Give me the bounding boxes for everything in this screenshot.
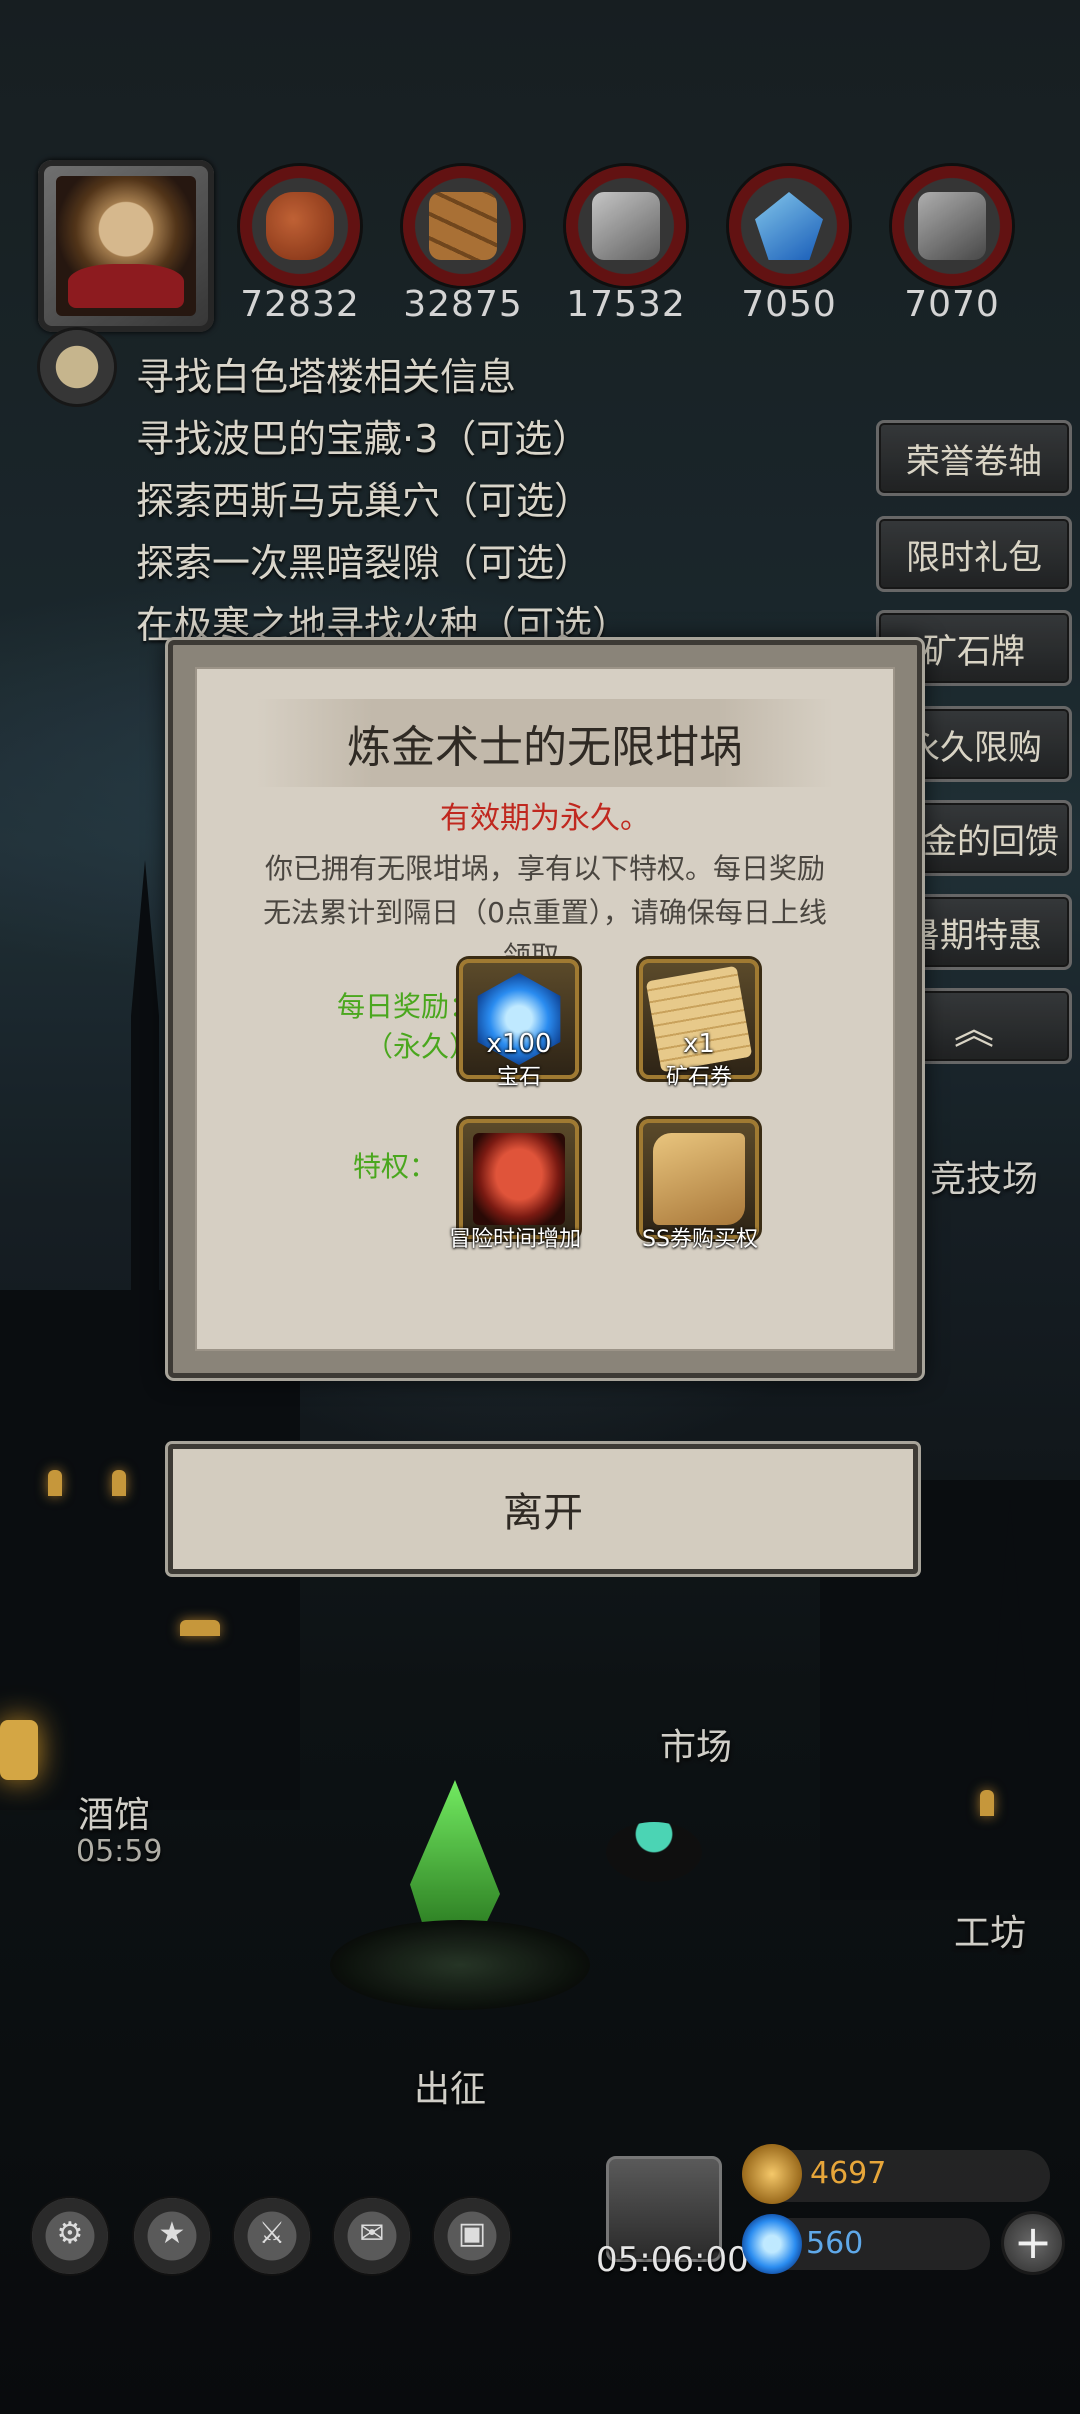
- dialog-title: 炼金术士的无限坩埚: [347, 722, 743, 773]
- inventory-icon[interactable]: ▣: [434, 2198, 510, 2274]
- validity-text: 有效期为永久。: [440, 801, 650, 836]
- gem-reward-name: 宝石: [496, 1065, 541, 1090]
- hero-icon[interactable]: ⚔: [234, 2198, 310, 2274]
- gem-reward-qty: x100: [486, 1029, 552, 1059]
- achievement-icon[interactable]: ★: [134, 2198, 210, 2274]
- leave-button[interactable]: 离开: [168, 1444, 918, 1574]
- gift-timer: 05:06:00: [596, 2240, 749, 2280]
- ore-coupon-name: 矿石券: [665, 1065, 732, 1090]
- crucible-dialog: 炼金术士的无限坩埚 有效期为永久。 你已拥有无限坩埚，享有以下特权。每日奖励无法…: [168, 640, 922, 1378]
- gold-value: 4697: [810, 2156, 887, 2191]
- ss-coupon-name: SS券购买权: [642, 1227, 758, 1252]
- settings-icon[interactable]: ⚙: [32, 2198, 108, 2274]
- adventure-time-icon: [473, 1133, 565, 1225]
- ore-coupon-qty: x1: [683, 1029, 715, 1059]
- adventure-time-name: 冒险时间增加: [448, 1227, 581, 1252]
- daily-reward-label: 每日奖励：: [336, 990, 477, 1023]
- privilege-label: 特权：: [352, 1150, 437, 1183]
- daily-reward-permanent: （永久）: [364, 1030, 477, 1063]
- dialog-panel: 炼金术士的无限坩埚 有效期为永久。 你已拥有无限坩埚，享有以下特权。每日奖励无法…: [195, 667, 895, 1351]
- gem-currency-icon: [742, 2214, 802, 2274]
- gold-bar: [760, 2150, 1050, 2202]
- ss-coupon-icon: [653, 1133, 745, 1225]
- gold-icon: [742, 2144, 802, 2204]
- mail-icon[interactable]: ✉: [334, 2198, 410, 2274]
- gem-value: 560: [806, 2226, 864, 2261]
- add-currency-button[interactable]: +: [1004, 2214, 1062, 2272]
